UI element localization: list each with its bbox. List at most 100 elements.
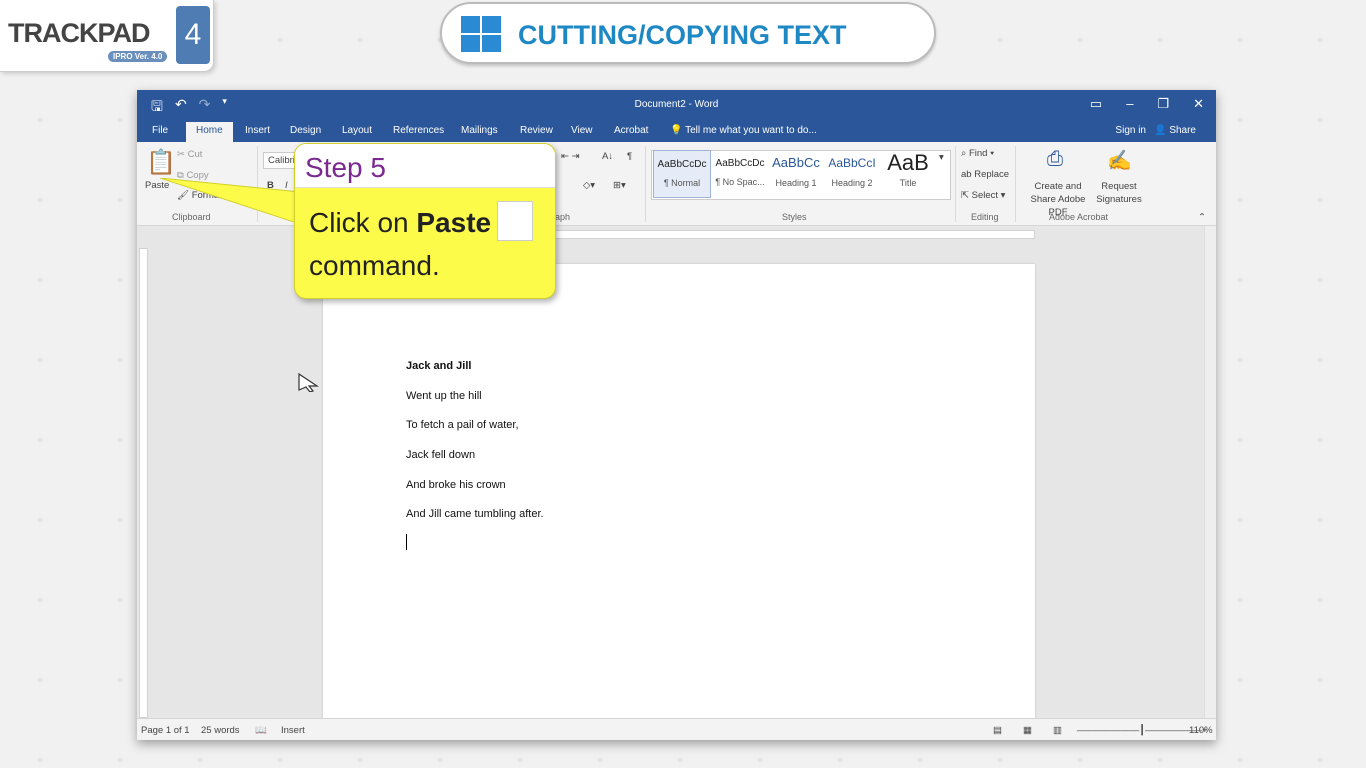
callout-step-title: Step 5 <box>295 144 555 188</box>
page-count[interactable]: Page 1 of 1 <box>141 725 190 736</box>
tab-insert[interactable]: Insert <box>245 125 270 136</box>
style-normal[interactable]: AaBbCcDc ¶ Normal <box>653 150 711 198</box>
callout-text-before: Click on <box>309 207 417 238</box>
cut-button[interactable]: ✂ Cut <box>177 149 202 160</box>
tab-design[interactable]: Design <box>290 125 321 136</box>
vertical-ruler <box>139 248 148 718</box>
editing-group-label: Editing <box>971 212 999 222</box>
acrobat-group-label: Adobe Acrobat <box>1049 212 1109 222</box>
tab-view[interactable]: View <box>571 125 593 136</box>
print-layout-icon[interactable]: ▦ <box>1023 725 1032 736</box>
title-bar: 🖫 ↶ ↷ ▾ Document2 - Word ▭ – ❐ ✕ <box>137 90 1216 120</box>
ribbon-separator <box>645 146 646 222</box>
doc-line: Jack fell down <box>406 449 476 461</box>
style-title[interactable]: AaB Title <box>879 150 937 198</box>
styles-more-icon[interactable]: ▾ <box>939 152 944 163</box>
style-heading2[interactable]: AaBbCcI Heading 2 <box>823 150 881 198</box>
share-button[interactable]: 👤 Share <box>1154 125 1196 136</box>
document-area: Jack and Jill Went up the hill To fetch … <box>137 226 1216 724</box>
document-page[interactable]: Jack and Jill Went up the hill To fetch … <box>323 264 1035 724</box>
lesson-title-banner: CUTTING/COPYING TEXT <box>440 2 936 64</box>
style-preview: AaBbCcI <box>828 156 876 170</box>
select-label: Select <box>971 190 999 201</box>
read-mode-icon[interactable]: ▤ <box>993 725 1002 736</box>
sort-icon[interactable]: A↓ <box>602 151 613 162</box>
create-pdf-icon: ⎙ <box>1047 148 1063 170</box>
trackpad-logo: TRACKPAD IPRO Ver. 4.0 4 <box>0 0 214 72</box>
find-button[interactable]: ⌕ Find ▾ <box>961 148 994 159</box>
ribbon-tabs: File Home Insert Design Layout Reference… <box>137 120 1216 142</box>
style-name: Heading 2 <box>831 178 873 188</box>
borders-icon[interactable]: ⊞▾ <box>613 180 626 191</box>
insert-mode[interactable]: Insert <box>281 725 305 736</box>
tab-references[interactable]: References <box>393 125 444 136</box>
close-icon[interactable]: ✕ <box>1193 96 1204 112</box>
style-preview: AaB <box>887 150 929 175</box>
share-label: Share <box>1169 125 1196 136</box>
ribbon-display-icon[interactable]: ▭ <box>1090 96 1102 112</box>
style-name: Heading 1 <box>775 178 817 188</box>
tab-home[interactable]: Home <box>186 122 233 142</box>
word-count[interactable]: 25 words <box>201 725 240 736</box>
sign-in-link[interactable]: Sign in <box>1115 125 1146 136</box>
select-button[interactable]: ⇱ Select ▾ <box>961 190 1005 201</box>
logo-version: IPRO Ver. 4.0 <box>108 51 168 62</box>
callout-text-after: command. <box>309 249 440 281</box>
style-name: Title <box>899 178 917 188</box>
ribbon-separator <box>1015 146 1016 222</box>
replace-label: Replace <box>974 169 1010 180</box>
doc-line: And Jill came tumbling after. <box>406 508 544 520</box>
zoom-slider[interactable]: –——————┃——————+ <box>1077 725 1208 736</box>
shading-icon[interactable]: ◇▾ <box>583 180 595 191</box>
callout-text-bold: Paste <box>416 207 492 238</box>
status-bar: Page 1 of 1 25 words 📖 Insert ▤ ▦ ▥ –———… <box>137 718 1216 740</box>
callout-body: Click on Paste command. <box>295 188 555 298</box>
replace-button[interactable]: ab Replace <box>961 169 1009 180</box>
tab-file[interactable]: File <box>152 125 168 136</box>
tab-layout[interactable]: Layout <box>342 125 372 136</box>
paste-icon <box>497 200 534 241</box>
collapse-ribbon-icon[interactable]: ⌃ <box>1198 212 1206 223</box>
paragraph-group-label: aph <box>555 212 571 222</box>
style-no-spacing[interactable]: AaBbCcDc ¶ No Spac... <box>711 150 769 198</box>
lesson-title: CUTTING/COPYING TEXT <box>518 20 847 50</box>
style-name: ¶ No Spac... <box>715 177 765 187</box>
style-name: ¶ Normal <box>663 178 701 188</box>
styles-group-label: Styles <box>782 212 807 222</box>
window-controls: ▭ – ❐ ✕ <box>1090 96 1204 112</box>
pilcrow-icon[interactable]: ¶ <box>627 151 632 162</box>
logo-text: TRACKPAD <box>8 18 150 48</box>
restore-icon[interactable]: ❐ <box>1157 96 1169 112</box>
text-cursor <box>406 534 407 550</box>
step-callout: Step 5 Click on Paste command. <box>294 143 556 299</box>
callout-pointer <box>160 178 300 225</box>
style-preview: AaBbCcDc <box>657 159 707 170</box>
cut-label: Cut <box>187 149 203 160</box>
vertical-scrollbar[interactable] <box>1204 226 1216 718</box>
zoom-level[interactable]: 110% <box>1189 725 1213 736</box>
tell-me-box[interactable]: 💡 Tell me what you want to do... <box>670 125 817 136</box>
doc-line: To fetch a pail of water, <box>406 419 519 431</box>
doc-line: And broke his crown <box>406 479 506 491</box>
proofing-icon[interactable]: 📖 <box>255 725 267 736</box>
doc-line: Jack and Jill <box>406 360 472 372</box>
request-signatures-button[interactable]: Request Signatures <box>1095 180 1143 206</box>
request-signature-icon: ✍ <box>1107 150 1132 172</box>
ribbon-separator <box>955 146 956 222</box>
tell-me-text: Tell me what you want to do... <box>685 125 817 136</box>
windows-logo-icon <box>461 16 503 54</box>
web-layout-icon[interactable]: ▥ <box>1053 725 1062 736</box>
find-label: Find <box>968 148 988 159</box>
style-preview: AaBbCcDc <box>715 158 765 169</box>
paste-icon[interactable]: 📋 <box>146 148 176 177</box>
indent-icon[interactable]: ⇤ ⇥ <box>561 151 580 162</box>
minimize-icon[interactable]: – <box>1126 96 1133 112</box>
tab-review[interactable]: Review <box>520 125 553 136</box>
tab-acrobat[interactable]: Acrobat <box>614 125 648 136</box>
mouse-pointer-icon <box>298 372 319 392</box>
style-heading1[interactable]: AaBbCc Heading 1 <box>767 150 825 198</box>
font-name-box[interactable]: Calibri <box>263 152 297 169</box>
tab-mailings[interactable]: Mailings <box>461 125 498 136</box>
doc-line: Went up the hill <box>406 390 482 402</box>
logo-number: 4 <box>176 6 210 64</box>
